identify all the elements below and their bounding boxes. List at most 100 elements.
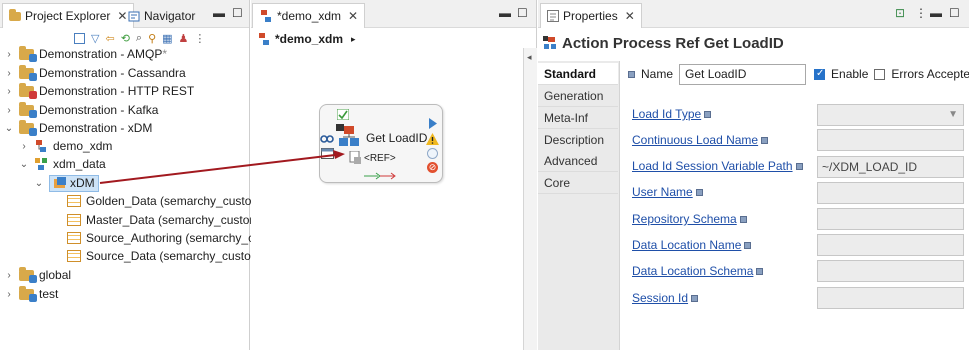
maximize-icon[interactable]: ☐: [517, 6, 528, 20]
tree-item-xdm-data[interactable]: ⌄ xdm_data: [19, 155, 106, 173]
tree-item-global[interactable]: › global: [4, 266, 71, 284]
properties-header: Action Process Ref Get LoadID: [543, 33, 784, 53]
tab-description[interactable]: Description: [538, 129, 618, 151]
action-process-icon: [543, 36, 557, 50]
tree-item-demonstration-amqp[interactable]: › Demonstration - AMQP *: [4, 45, 167, 63]
action-process-icon: [336, 124, 362, 148]
dropdown-arrow-icon[interactable]: ▼: [948, 105, 958, 125]
project-folder-icon: [19, 45, 37, 62]
chevron-right-icon[interactable]: ›: [4, 49, 14, 60]
data-location-name-field[interactable]: [817, 234, 964, 256]
search-icon[interactable]: ⌕: [136, 32, 142, 45]
editor-breadcrumb[interactable]: *demo_xdm ▸: [257, 30, 356, 48]
errors-accepted-checkbox[interactable]: [874, 68, 886, 80]
continuous-load-name-field[interactable]: [817, 129, 964, 151]
field-label-data-location-name[interactable]: Data Location Name: [632, 238, 752, 252]
error-icon[interactable]: ⊘: [427, 162, 438, 173]
repository-schema-field[interactable]: [817, 208, 964, 230]
enable-label: Enable: [831, 67, 869, 81]
tree-item-source-data[interactable]: Source_Data (semarchy_custom: [67, 247, 261, 265]
tab-project-explorer[interactable]: Project Explorer ✕: [2, 3, 135, 28]
minimize-icon[interactable]: ▬: [213, 6, 225, 20]
tab-meta-inf[interactable]: Meta-Inf: [538, 107, 618, 129]
collapse-all-icon[interactable]: [74, 32, 85, 44]
tree-item-demonstration-http-rest[interactable]: › Demonstration - HTTP REST: [4, 82, 194, 100]
tab-navigator-label: Navigator: [144, 8, 196, 23]
close-icon[interactable]: ✕: [348, 9, 358, 23]
name-field[interactable]: Get LoadID: [679, 63, 807, 85]
info-icon: [739, 216, 747, 224]
field-label-user-name[interactable]: User Name: [632, 185, 703, 199]
tab-demo-xdm[interactable]: *demo_xdm ✕: [252, 3, 366, 28]
palette-collapsed[interactable]: ◂: [523, 48, 537, 350]
maximize-icon[interactable]: ☐: [232, 6, 243, 20]
field-label-repository-schema[interactable]: Repository Schema: [632, 212, 747, 226]
tree-item-master-data[interactable]: Master_Data (semarchy_custom: [67, 211, 259, 229]
chevron-right-icon[interactable]: ›: [4, 105, 14, 116]
tab-properties[interactable]: Properties ✕: [540, 3, 642, 28]
data-location-schema-field[interactable]: [817, 260, 964, 282]
chevron-right-icon[interactable]: ›: [4, 270, 14, 281]
minimize-icon[interactable]: ▬: [930, 6, 942, 20]
tree-item-source-authoring[interactable]: Source_Authoring (semarchy_cu: [67, 229, 261, 247]
field-label-load-id-session-variable-path[interactable]: Load Id Session Variable Path: [632, 159, 803, 173]
field-label-session-id[interactable]: Session Id: [632, 291, 699, 305]
minimize-icon[interactable]: ▬: [499, 6, 511, 20]
breadcrumb-label: *demo_xdm: [275, 32, 344, 46]
load-id-type-select[interactable]: ▼: [817, 104, 964, 126]
warning-icon: [426, 133, 439, 145]
tab-standard[interactable]: Standard: [538, 63, 618, 85]
maximize-icon[interactable]: ☐: [949, 6, 960, 20]
chevron-right-icon[interactable]: ›: [19, 141, 29, 152]
user-icon[interactable]: ♟: [179, 32, 189, 45]
play-icon[interactable]: [428, 118, 438, 129]
close-icon[interactable]: ✕: [625, 9, 635, 23]
info-icon: [704, 111, 712, 119]
check-icon: [336, 108, 350, 121]
back-icon[interactable]: ⇦: [105, 32, 114, 45]
field-label-load-id-type[interactable]: Load Id Type: [632, 107, 712, 121]
project-folder-icon: [19, 64, 37, 81]
tab-navigator[interactable]: Navigator: [122, 3, 201, 28]
chevron-right-icon[interactable]: ›: [4, 289, 14, 300]
view-menu-icon[interactable]: ⋮: [915, 6, 927, 20]
chevron-right-icon[interactable]: ›: [4, 86, 14, 97]
sync-icon[interactable]: ⟲: [121, 32, 130, 45]
tree-item-test[interactable]: › test: [4, 285, 58, 303]
tree-item-demonstration-cassandra[interactable]: › Demonstration - Cassandra: [4, 64, 186, 82]
user-name-field[interactable]: [817, 182, 964, 204]
palette-expand-icon[interactable]: ◂: [527, 52, 532, 63]
chevron-down-icon[interactable]: ⌄: [34, 178, 44, 189]
chevron-right-icon[interactable]: ›: [4, 68, 14, 79]
chevron-right-icon[interactable]: ▸: [351, 34, 356, 45]
layout-icon[interactable]: ▦: [162, 32, 172, 45]
pin-icon[interactable]: ⊡: [895, 6, 905, 20]
chevron-down-icon[interactable]: ⌄: [4, 123, 14, 134]
dirty-marker: *: [162, 47, 168, 61]
field-label-continuous-load-name[interactable]: Continuous Load Name: [632, 133, 769, 147]
load-id-session-variable-path-field[interactable]: ~/XDM_LOAD_ID: [817, 156, 964, 178]
tree-item-demonstration-xdm[interactable]: ⌄ Demonstration - xDM: [4, 119, 152, 137]
view-menu-icon[interactable]: ⋮: [194, 32, 205, 45]
chevron-down-icon[interactable]: ⌄: [19, 159, 29, 170]
tab-generation[interactable]: Generation: [538, 85, 618, 107]
tab-advanced[interactable]: Advanced: [538, 150, 618, 172]
enable-checkbox[interactable]: [814, 68, 826, 80]
process-node-get-loadid[interactable]: Get LoadID ⊘ <REF>: [319, 104, 443, 183]
info-icon: [756, 268, 764, 276]
circle-icon[interactable]: [427, 148, 438, 159]
tab-core[interactable]: Core: [538, 172, 618, 194]
project-folder-icon: [19, 285, 37, 302]
filter-icon[interactable]: ▽: [91, 32, 99, 45]
link-arrow-icon: [364, 169, 396, 180]
tree-item-golden-data[interactable]: Golden_Data (semarchy_custon: [67, 192, 258, 210]
tree-item-demo-xdm[interactable]: › demo_xdm: [19, 137, 112, 155]
session-id-field[interactable]: [817, 287, 964, 309]
tree-item-label: Master_Data (semarchy_custom: [86, 213, 260, 227]
tree-item-demonstration-kafka[interactable]: › Demonstration - Kafka: [4, 101, 158, 119]
properties-panel: Properties ✕ ⊡ ⋮ ▬ ☐ Action Process Ref …: [538, 0, 969, 350]
field-label-data-location-schema[interactable]: Data Location Schema: [632, 264, 764, 278]
tree-item-xdm[interactable]: ⌄ xDM: [34, 174, 99, 192]
editor-canvas[interactable]: [251, 48, 523, 350]
link-editor-icon[interactable]: ⚲: [148, 32, 156, 45]
